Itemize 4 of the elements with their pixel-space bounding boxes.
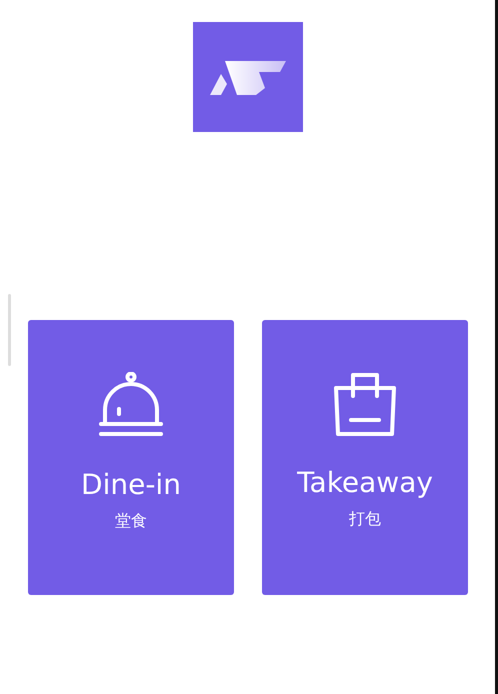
order-type-card[interactable]: Dine-in 堂食	[28, 320, 234, 595]
shopping-bag-icon	[333, 372, 397, 436]
cloche-icon	[99, 372, 163, 438]
order-type-card[interactable]: Takeaway 打包	[262, 320, 468, 595]
